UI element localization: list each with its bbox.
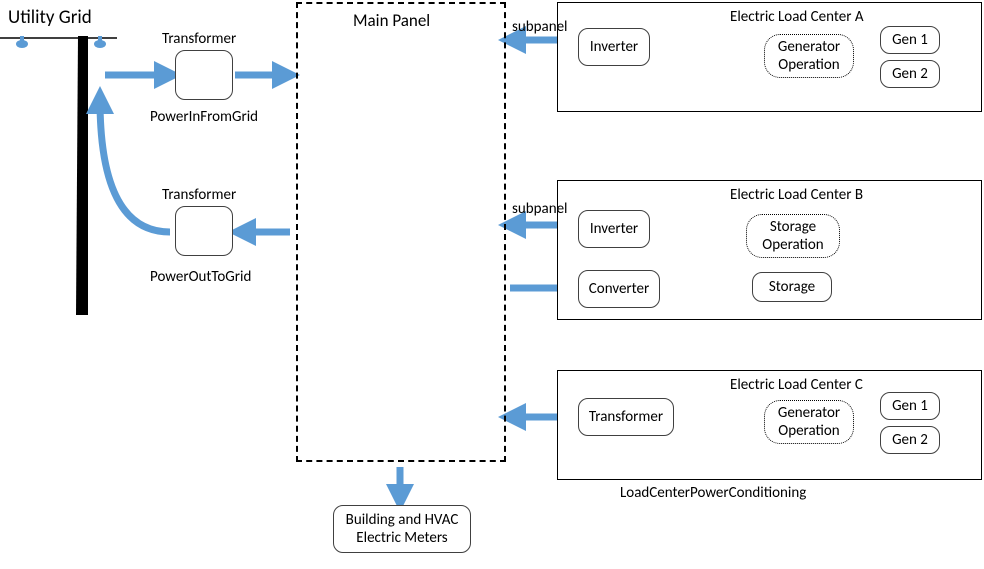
load-center-a-subpanel: subpanel xyxy=(512,18,567,36)
load-center-c-gen2: Gen 2 xyxy=(880,426,940,454)
load-center-c-gen1: Gen 1 xyxy=(880,392,940,420)
load-center-a-gen1: Gen 1 xyxy=(880,26,940,54)
load-center-a-op: Generator Operation xyxy=(764,34,854,78)
load-center-b-subpanel: subpanel xyxy=(512,200,567,218)
load-center-b-op: Storage Operation xyxy=(746,214,840,258)
load-center-a-inverter: Inverter xyxy=(578,28,650,66)
load-center-b-inverter: Inverter xyxy=(578,210,650,248)
transformer-in-label: Transformer xyxy=(162,30,236,48)
transformer-out-label: Transformer xyxy=(162,186,236,204)
load-center-b-title: Electric Load Center B xyxy=(730,186,863,204)
transformer-out-caption: PowerOutToGrid xyxy=(150,268,251,286)
transformer-in-caption: PowerInFromGrid xyxy=(150,108,258,126)
meters-box: Building and HVAC Electric Meters xyxy=(333,505,471,553)
load-center-c-title: Electric Load Center C xyxy=(730,376,863,394)
load-center-a-gen2: Gen 2 xyxy=(880,60,940,88)
load-center-c-footnote: LoadCenterPowerConditioning xyxy=(620,484,806,502)
main-panel-title: Main Panel xyxy=(353,10,430,31)
transformer-out-box xyxy=(175,206,233,256)
main-panel xyxy=(296,2,506,462)
load-center-b-converter: Converter xyxy=(578,270,660,308)
load-center-c-transformer: Transformer xyxy=(578,398,674,436)
load-center-a-title: Electric Load Center A xyxy=(730,8,864,26)
load-center-b-storage: Storage xyxy=(752,272,832,302)
load-center-c-op: Generator Operation xyxy=(764,400,854,444)
utility-grid-label: Utility Grid xyxy=(8,6,92,29)
transformer-in-box xyxy=(175,50,233,100)
